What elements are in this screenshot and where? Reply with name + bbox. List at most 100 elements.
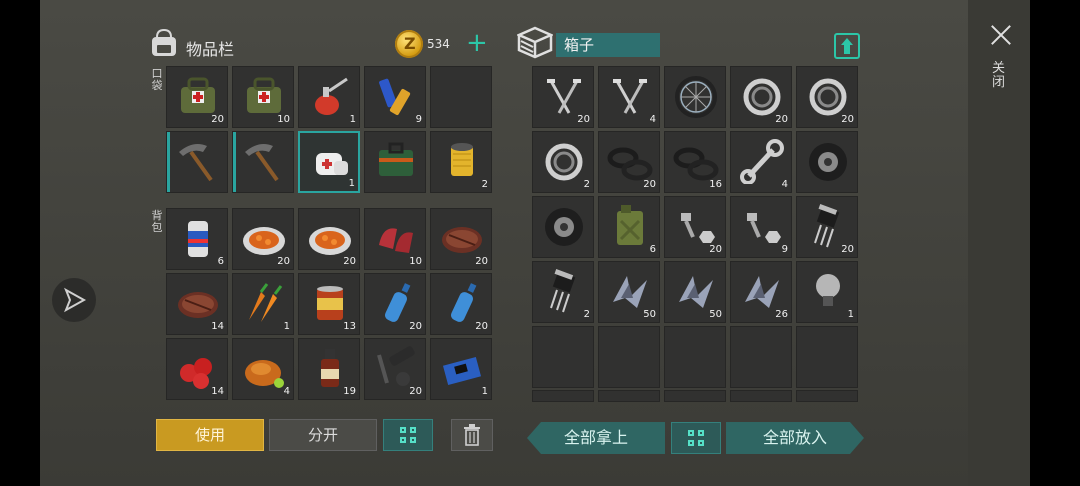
container-slot[interactable]: 20 [796,66,858,128]
container-slot[interactable] [532,390,594,402]
upload-icon[interactable] [834,33,860,59]
transistor-icon [814,204,840,248]
container-slot[interactable] [598,326,660,388]
item-count: 10 [409,256,422,267]
item-count: 1 [348,178,355,189]
container-slot[interactable]: 2 [532,261,594,323]
container-name: 箱子 [556,33,660,57]
backpack-slot[interactable]: 20 [298,208,360,270]
pocket-slot[interactable] [232,131,294,193]
container-slot[interactable] [796,131,858,193]
backpack-slot[interactable]: 13 [298,273,360,335]
bearing-icon [545,143,583,181]
pocket-slot[interactable]: 20 [166,66,228,128]
backpack-slot[interactable]: 14 [166,338,228,400]
backpack-slot[interactable]: 20 [430,273,492,335]
batteries-icon [379,78,411,116]
backpack-slot[interactable]: 20 [430,208,492,270]
scope-parts-icon [377,346,415,386]
backpack-slot[interactable]: 20 [232,208,294,270]
pocket-slot[interactable] [430,66,492,128]
container-slot[interactable]: 16 [664,131,726,193]
item-count: 2 [583,309,590,320]
container-slot[interactable] [664,66,726,128]
medkit-bag-icon [247,77,281,113]
backpack-slot[interactable]: 20 [364,338,426,400]
first-aid-kit-icon [379,142,413,176]
gaskets-icon [673,147,719,181]
metal-scrap-icon [679,276,713,308]
container-slot[interactable]: 9 [730,196,792,258]
item-count: 14 [211,386,224,397]
wrench-icon [740,139,784,184]
pocket-slot[interactable]: 9 [364,66,426,128]
pocket-slot[interactable]: 1 [298,131,360,193]
item-count: 1 [481,386,488,397]
use-button[interactable]: 使用 [156,419,264,451]
grid-icon [400,427,418,445]
container-slot[interactable] [532,196,594,258]
sort-container-button[interactable] [671,422,721,454]
sort-inventory-button[interactable] [383,419,433,451]
item-count: 9 [781,244,788,255]
container-slot[interactable]: 50 [664,261,726,323]
container-slot[interactable] [532,326,594,388]
navigation-button[interactable] [52,278,96,322]
container-slot[interactable]: 4 [598,66,660,128]
container-slot[interactable]: 20 [598,131,660,193]
pocket-slot[interactable] [364,131,426,193]
backpack-slot[interactable]: 1 [430,338,492,400]
inventory-title: 物品栏 [186,40,235,59]
container-slot[interactable] [796,390,858,402]
light-bulb-icon [816,274,840,306]
pocket-slot[interactable]: 2 [430,131,492,193]
tire-icon [809,143,847,181]
pocket-slot[interactable]: 10 [232,66,294,128]
item-count: 50 [709,309,722,320]
pickaxe-icon [179,144,213,182]
backpack-slot[interactable]: 19 [298,338,360,400]
backpack-slot[interactable]: 6 [166,208,228,270]
coin-count: 534 [427,37,450,51]
container-slot[interactable]: 20 [532,66,594,128]
backpack-slot[interactable]: 1 [232,273,294,335]
split-button[interactable]: 分开 [269,419,377,451]
container-slot[interactable] [730,390,792,402]
pocket-slot[interactable]: 1 [298,66,360,128]
container-slot[interactable]: 4 [730,131,792,193]
container-slot[interactable]: 50 [598,261,660,323]
item-count: 20 [841,244,854,255]
container-slot[interactable] [598,390,660,402]
item-count: 1 [847,309,854,320]
item-count: 20 [409,386,422,397]
backpack-slot[interactable]: 20 [364,273,426,335]
container-slot[interactable]: 1 [796,261,858,323]
container-slot[interactable]: 26 [730,261,792,323]
container-slot[interactable] [664,390,726,402]
item-count: 50 [643,309,656,320]
container-slot[interactable]: 2 [532,131,594,193]
container-slot[interactable] [796,326,858,388]
put-all-button[interactable]: 全部放入 [726,422,864,454]
backpack-slot[interactable]: 4 [232,338,294,400]
container-slot[interactable] [664,326,726,388]
bearing-icon [743,78,781,116]
delete-button[interactable] [451,419,493,451]
container-slot[interactable]: 20 [730,66,792,128]
container-slot[interactable]: 20 [664,196,726,258]
container-slot[interactable] [730,326,792,388]
backpack-slot[interactable]: 10 [364,208,426,270]
backpack-section-label: 背包 [151,209,163,234]
backpack-slot[interactable]: 14 [166,273,228,335]
close-icon[interactable] [986,20,1016,50]
container-slot[interactable]: 6 [598,196,660,258]
take-all-button[interactable]: 全部拿上 [527,422,665,454]
pocket-slot[interactable] [166,131,228,193]
steak-icon [178,292,218,318]
container-slot[interactable]: 20 [796,196,858,258]
item-count: 6 [217,256,224,267]
add-coins-button[interactable]: + [466,30,488,56]
item-count: 4 [649,114,656,125]
item-count: 4 [781,179,788,190]
item-count: 19 [343,386,356,397]
